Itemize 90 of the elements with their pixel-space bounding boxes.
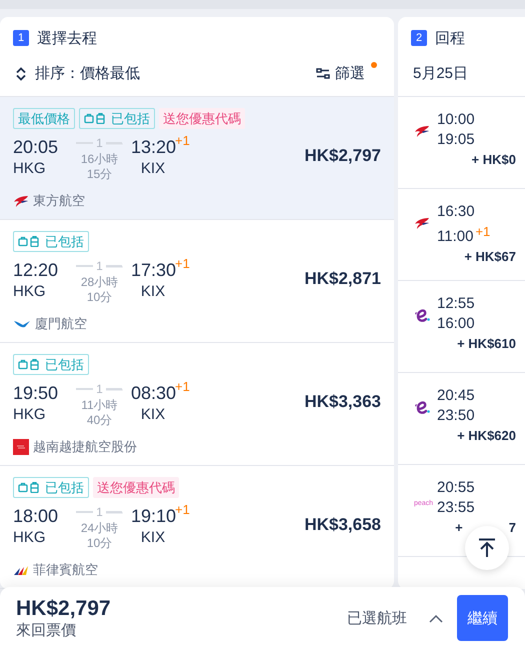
- promo-tag: 送您優惠代碼: [93, 477, 179, 498]
- baggage-tag: 已包括: [13, 477, 89, 498]
- stops-indicator: 1: [68, 134, 131, 150]
- airline-logo-icon: [414, 400, 430, 416]
- flight-duration: 28小時 10分: [80, 275, 120, 305]
- airport-code: KIX: [140, 283, 166, 301]
- airline-logo-icon: [13, 319, 31, 329]
- selected-flights-toggle[interactable]: 已選航班: [347, 608, 407, 628]
- day-offset: +1: [175, 503, 191, 517]
- total-price-label: 來回票價: [16, 620, 77, 640]
- airport-code: HKG: [13, 283, 47, 301]
- panel-title: 回程: [435, 28, 465, 48]
- departure-time: 12:55: [437, 294, 476, 314]
- airport-code: KIX: [140, 406, 166, 424]
- day-offset: +1: [175, 257, 191, 271]
- airline-logo-icon: [13, 564, 29, 576]
- luggage-icon: [18, 359, 40, 370]
- promo-tag: 送您優惠代碼: [159, 108, 245, 129]
- departure-time: 16:30: [437, 202, 476, 222]
- return-flight-option[interactable]: 16:30 11:00$^{+1}$ + HK$67: [398, 189, 525, 281]
- airline-logo-icon: [414, 308, 430, 324]
- arrival-time: 16:00: [437, 314, 476, 334]
- flight-duration: 24小時 10分: [80, 521, 120, 551]
- departure-time: 20:55: [437, 478, 476, 498]
- day-offset: +1: [175, 134, 191, 148]
- filter-icon: [316, 68, 330, 80]
- return-flight-option[interactable]: 12:55 16:00 + HK$610: [398, 281, 525, 373]
- step-badge: 1: [13, 30, 29, 46]
- price-difference: 7: [508, 520, 516, 535]
- flight-price: HK$3,363: [304, 392, 381, 412]
- airport-code: HKG: [13, 529, 47, 547]
- departure-time: 18:00: [13, 505, 60, 528]
- price-tag: 最低價格: [13, 108, 75, 129]
- stops-indicator: 1: [68, 257, 131, 273]
- continue-button[interactable]: 繼續: [457, 595, 508, 641]
- arrival-time: 23:50: [437, 406, 476, 426]
- flight-duration: 11小時 40分: [80, 398, 119, 428]
- airline-name: 廈門航空: [35, 315, 87, 333]
- airline-logo-icon: [13, 439, 29, 455]
- price-difference: + HK$67: [464, 249, 516, 264]
- day-offset: +1: [175, 380, 191, 394]
- airline-name: 菲律賓航空: [33, 561, 98, 579]
- arrival-time: 17:30: [131, 260, 175, 282]
- flight-price: HK$2,797: [304, 146, 381, 166]
- price-difference: +: [455, 520, 463, 535]
- arrival-time: 08:30: [131, 383, 175, 405]
- departure-time: 12:20: [13, 259, 60, 282]
- return-date: 5月25日: [412, 64, 470, 83]
- airport-code: KIX: [140, 529, 166, 547]
- price-difference: + HK$620: [457, 428, 516, 443]
- airport-code: HKG: [13, 406, 47, 424]
- airline-name: 越南越捷航空股份: [33, 438, 137, 456]
- stops-indicator: 1: [68, 380, 131, 396]
- flight-duration: 16小時 15分: [80, 152, 120, 182]
- airport-code: HKG: [13, 160, 47, 178]
- airline-name: 東方航空: [33, 192, 85, 210]
- day-offset: +1: [475, 224, 490, 239]
- airline-logo-icon: [13, 194, 29, 208]
- departure-time: 20:05: [13, 136, 60, 159]
- baggage-tag: 已包括: [13, 231, 89, 252]
- arrival-time: 23:55: [437, 498, 476, 518]
- price-difference: + HK$0: [472, 152, 516, 167]
- step-badge: 2: [411, 30, 427, 46]
- luggage-icon: [84, 113, 106, 124]
- return-flight-option[interactable]: 10:00 19:05 + HK$0: [398, 97, 525, 189]
- arrival-time: 11:00$^{+1}$: [437, 223, 492, 247]
- arrival-time: 19:10: [131, 506, 175, 528]
- arrival-time: 19:05: [437, 130, 476, 150]
- flight-price: HK$3,658: [304, 515, 381, 535]
- airline-logo-icon: [414, 216, 430, 230]
- departure-time: 19:50: [13, 382, 60, 405]
- airline-logo-icon: [414, 124, 430, 138]
- sort-icon: [15, 66, 27, 80]
- arrow-up-icon: [478, 538, 496, 558]
- flight-price: HK$2,871: [304, 269, 381, 289]
- airport-code: KIX: [140, 160, 166, 178]
- baggage-tag: 已包括: [13, 354, 89, 375]
- panel-title: 選擇去程: [37, 28, 97, 48]
- arrival-time: 13:20: [131, 137, 175, 159]
- stops-indicator: 1: [68, 503, 131, 519]
- sort-button[interactable]: 排序：價格最低: [15, 64, 140, 83]
- baggage-tag: 已包括: [79, 108, 155, 129]
- luggage-icon: [18, 482, 40, 493]
- filter-button[interactable]: 篩選: [316, 64, 365, 83]
- departure-time: 20:45: [437, 386, 476, 406]
- luggage-icon: [18, 236, 40, 247]
- total-price: HK$2,797: [16, 596, 111, 620]
- price-difference: + HK$610: [457, 336, 516, 351]
- departure-time: 10:00: [437, 110, 476, 130]
- return-flight-option[interactable]: 20:45 23:50 + HK$620: [398, 373, 525, 465]
